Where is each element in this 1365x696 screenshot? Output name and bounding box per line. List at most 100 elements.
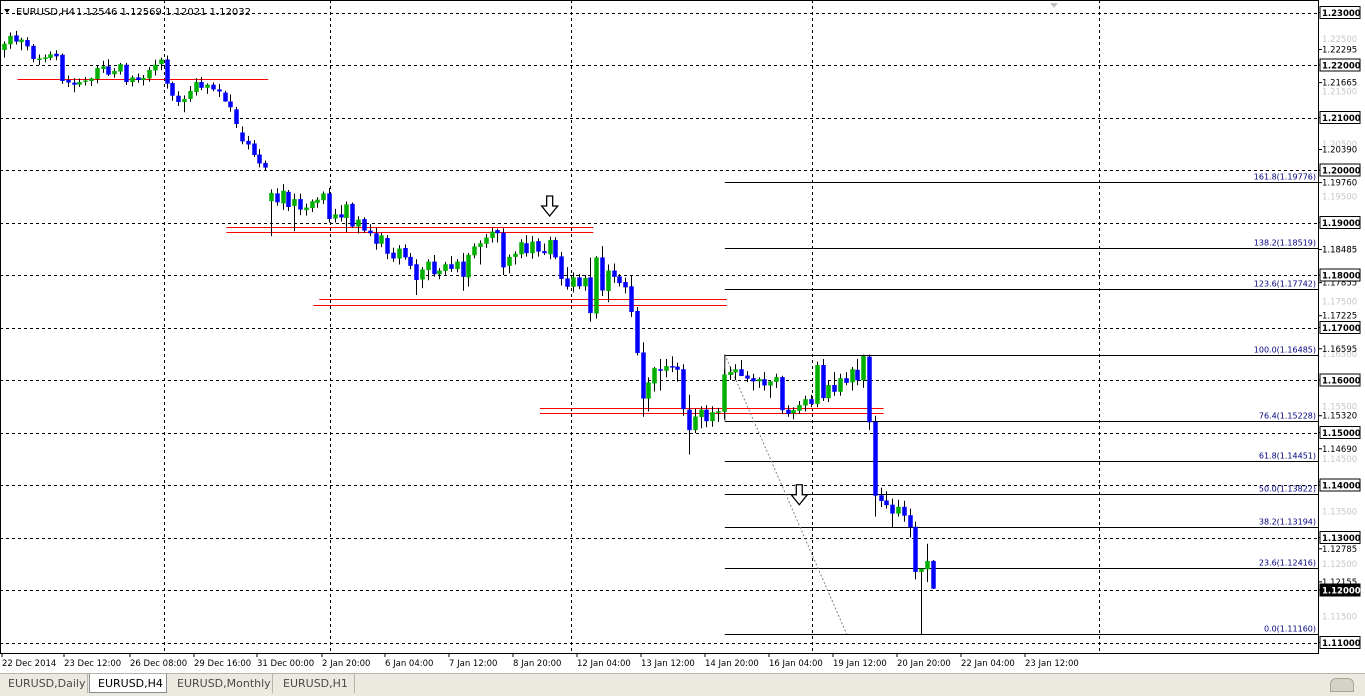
bearish-candle[interactable] xyxy=(762,379,767,386)
bearish-candle[interactable] xyxy=(60,54,65,82)
bearish-candle[interactable] xyxy=(542,251,547,254)
bullish-candle[interactable] xyxy=(768,381,773,386)
bullish-candle[interactable] xyxy=(710,412,715,422)
bullish-candle[interactable] xyxy=(141,77,146,80)
bearish-candle[interactable] xyxy=(298,199,303,210)
bullish-candle[interactable] xyxy=(861,356,866,381)
bullish-candle[interactable] xyxy=(478,243,483,247)
bearish-candle[interactable] xyxy=(217,89,222,92)
bullish-candle[interactable] xyxy=(507,256,512,266)
down-arrow-icon[interactable] xyxy=(789,484,809,506)
bullish-candle[interactable] xyxy=(443,264,448,272)
bullish-candle[interactable] xyxy=(321,193,326,201)
bearish-candle[interactable] xyxy=(339,214,344,218)
bearish-candle[interactable] xyxy=(124,64,129,83)
bullish-candle[interactable] xyxy=(83,80,88,83)
bullish-candle[interactable] xyxy=(699,409,704,417)
bearish-candle[interactable] xyxy=(391,252,396,259)
bearish-candle[interactable] xyxy=(681,369,686,410)
chart-menu-triangle-icon[interactable] xyxy=(4,9,10,13)
bearish-candle[interactable] xyxy=(408,256,413,266)
bearish-candle[interactable] xyxy=(565,278,570,287)
bullish-candle[interactable] xyxy=(112,71,117,75)
tab-eurusd-h1[interactable]: EURUSD,H1 xyxy=(275,674,355,693)
bearish-candle[interactable] xyxy=(501,232,506,268)
bearish-candle[interactable] xyxy=(559,256,564,279)
bullish-candle[interactable] xyxy=(19,39,24,43)
bullish-candle[interactable] xyxy=(344,204,349,219)
bullish-candle[interactable] xyxy=(2,43,7,51)
bullish-candle[interactable] xyxy=(89,78,94,82)
bearish-candle[interactable] xyxy=(623,282,628,288)
bullish-candle[interactable] xyxy=(130,77,135,83)
bearish-candle[interactable] xyxy=(286,191,291,208)
bearish-candle[interactable] xyxy=(211,84,216,90)
bearish-candle[interactable] xyxy=(165,59,170,84)
bearish-candle[interactable] xyxy=(884,500,889,506)
tab-eurusd-h4[interactable]: EURUSD,H4 xyxy=(89,674,167,693)
bearish-candle[interactable] xyxy=(658,369,663,371)
bearish-candle[interactable] xyxy=(902,506,907,516)
bullish-candle[interactable] xyxy=(472,246,477,256)
bearish-candle[interactable] xyxy=(635,310,640,353)
bearish-candle[interactable] xyxy=(495,230,500,234)
bullish-candle[interactable] xyxy=(571,277,576,287)
bearish-candle[interactable] xyxy=(588,277,593,314)
bearish-candle[interactable] xyxy=(136,77,141,80)
bullish-candle[interactable] xyxy=(716,411,721,413)
bearish-candle[interactable] xyxy=(931,560,936,589)
bullish-candle[interactable] xyxy=(826,385,831,399)
bearish-candle[interactable] xyxy=(106,66,111,75)
bearish-candle[interactable] xyxy=(432,261,437,275)
bullish-candle[interactable] xyxy=(548,240,553,255)
bearish-candle[interactable] xyxy=(368,230,373,234)
bullish-candle[interactable] xyxy=(333,214,338,219)
bearish-candle[interactable] xyxy=(536,241,541,252)
bullish-candle[interactable] xyxy=(484,237,489,244)
bearish-candle[interactable] xyxy=(414,264,419,280)
bearish-candle[interactable] xyxy=(612,270,617,277)
bearish-candle[interactable] xyxy=(54,53,59,57)
bearish-candle[interactable] xyxy=(385,238,390,254)
bearish-candle[interactable] xyxy=(739,369,744,377)
bearish-candle[interactable] xyxy=(223,92,228,102)
bullish-candle[interactable] xyxy=(118,64,123,72)
bullish-candle[interactable] xyxy=(797,404,802,411)
bearish-candle[interactable] xyxy=(844,378,849,383)
bullish-candle[interactable] xyxy=(101,66,106,69)
tab-eurusd-daily[interactable]: EURUSD,Daily xyxy=(0,674,88,693)
bullish-candle[interactable] xyxy=(722,374,727,412)
bullish-candle[interactable] xyxy=(95,67,100,79)
bullish-candle[interactable] xyxy=(646,382,651,399)
bullish-candle[interactable] xyxy=(838,378,843,392)
bearish-candle[interactable] xyxy=(240,132,245,142)
bearish-candle[interactable] xyxy=(252,143,257,156)
bullish-candle[interactable] xyxy=(310,201,315,209)
bearish-candle[interactable] xyxy=(176,95,181,102)
bearish-candle[interactable] xyxy=(31,45,36,59)
bullish-candle[interactable] xyxy=(774,377,779,382)
bearish-candle[interactable] xyxy=(524,243,529,254)
bullish-candle[interactable] xyxy=(269,192,274,202)
bullish-candle[interactable] xyxy=(281,190,286,204)
bullish-candle[interactable] xyxy=(153,64,158,71)
bearish-candle[interactable] xyxy=(629,286,634,312)
bearish-candle[interactable] xyxy=(257,154,262,164)
bearish-candle[interactable] xyxy=(809,399,814,404)
bullish-candle[interactable] xyxy=(693,416,698,431)
bullish-candle[interactable] xyxy=(664,366,669,371)
bearish-candle[interactable] xyxy=(275,193,280,203)
bearish-candle[interactable] xyxy=(675,366,680,370)
bearish-candle[interactable] xyxy=(704,409,709,422)
bearish-candle[interactable] xyxy=(786,409,791,414)
bullish-candle[interactable] xyxy=(803,399,808,406)
bearish-candle[interactable] xyxy=(890,504,895,514)
bearish-candle[interactable] xyxy=(362,219,367,231)
bullish-candle[interactable] xyxy=(379,235,384,244)
bullish-candle[interactable] xyxy=(490,231,495,238)
bullish-candle[interactable] xyxy=(815,365,820,404)
bearish-candle[interactable] xyxy=(821,365,826,399)
bearish-candle[interactable] xyxy=(879,495,884,501)
bullish-candle[interactable] xyxy=(925,560,930,570)
bearish-candle[interactable] xyxy=(641,352,646,399)
